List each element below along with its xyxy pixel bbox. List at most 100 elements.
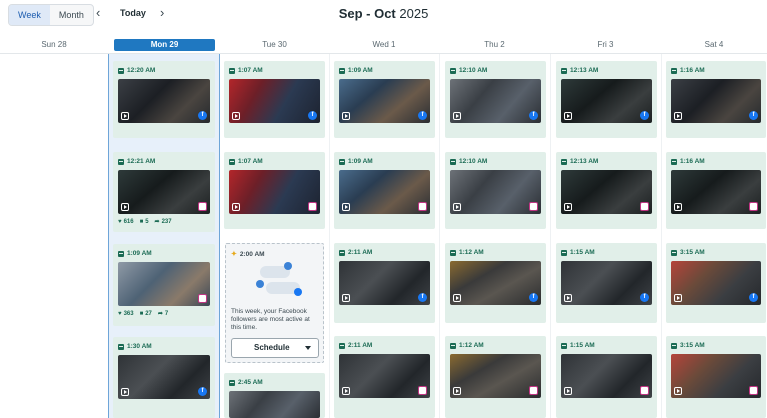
facebook-icon: [294, 288, 302, 296]
column-divider: [550, 54, 551, 418]
post-time: 1:09 AM: [339, 158, 373, 165]
post-time-label: 1:16 AM: [680, 67, 705, 74]
post-time-label: 1:15 AM: [570, 249, 595, 256]
reel-icon: [674, 294, 682, 302]
post-time-label: 3:15 AM: [680, 342, 705, 349]
day-header-mon: Mon 29: [114, 39, 215, 51]
post-card[interactable]: 1:07 AM f: [224, 61, 325, 138]
calendar-icon: [450, 158, 456, 165]
post-thumbnail[interactable]: f: [118, 79, 210, 123]
calendar-icon: [339, 249, 345, 256]
post-thumbnail[interactable]: f: [339, 79, 430, 123]
post-thumbnail[interactable]: f: [118, 355, 210, 399]
post-card[interactable]: 1:12 AM: [445, 336, 546, 418]
post-time: 1:15 AM: [561, 249, 595, 256]
post-thumbnail[interactable]: [671, 170, 761, 214]
post-time: 1:07 AM: [229, 158, 263, 165]
post-time-label: 1:30 AM: [127, 343, 152, 350]
post-card[interactable]: 1:16 AM: [666, 152, 766, 229]
post-card[interactable]: 12:10 AM f: [445, 61, 546, 138]
post-time-label: 1:09 AM: [348, 158, 373, 165]
post-thumbnail[interactable]: f: [339, 261, 430, 305]
day-header-thu: Thu 2: [484, 40, 505, 49]
post-time-label: 12:21 AM: [127, 158, 156, 165]
reel-icon: [674, 203, 682, 211]
post-thumbnail[interactable]: [339, 354, 430, 398]
best-time-suggestion-card: ✦ 2:00 AM This week, your Facebook follow…: [225, 243, 324, 363]
post-time-label: 1:12 AM: [459, 249, 484, 256]
post-card[interactable]: 3:15 AM f: [666, 243, 766, 323]
post-thumbnail[interactable]: [561, 354, 652, 398]
post-card[interactable]: 1:12 AM f: [445, 243, 546, 323]
schedule-button-label: Schedule: [254, 343, 290, 352]
post-card[interactable]: 2:11 AM f: [334, 243, 435, 323]
post-thumbnail[interactable]: f: [671, 79, 761, 123]
calendar-icon: [229, 158, 235, 165]
calendar-icon: [339, 158, 345, 165]
reel-icon: [232, 112, 240, 120]
post-card[interactable]: 1:09 AM: [334, 152, 435, 229]
post-thumbnail[interactable]: [229, 170, 320, 214]
post-thumbnail[interactable]: [450, 354, 541, 398]
post-time-label: 12:13 AM: [570, 67, 599, 74]
post-card[interactable]: 1:16 AM f: [666, 61, 766, 138]
facebook-icon: f: [749, 111, 758, 120]
post-thumbnail[interactable]: [118, 262, 210, 306]
post-thumbnail[interactable]: [118, 170, 210, 214]
comment-icon: ■: [139, 218, 144, 225]
post-card[interactable]: 1:30 AM f: [113, 337, 215, 418]
post-card[interactable]: 2:45 AM: [224, 373, 325, 418]
post-thumbnail[interactable]: [450, 170, 541, 214]
post-thumbnail[interactable]: [561, 170, 652, 214]
post-card[interactable]: 3:15 AM: [666, 336, 766, 418]
post-metrics: ♥ 363 ■ 27 ➦ 7: [118, 310, 168, 318]
post-thumbnail[interactable]: [671, 354, 761, 398]
post-card[interactable]: 12:10 AM: [445, 152, 546, 229]
reel-icon: [453, 112, 461, 120]
post-thumbnail[interactable]: f: [671, 261, 761, 305]
day-header-fri: Fri 3: [597, 40, 614, 49]
instagram-icon: [529, 202, 538, 211]
post-time-label: 1:09 AM: [127, 250, 152, 257]
post-card[interactable]: 12:13 AM f: [556, 61, 657, 138]
post-card[interactable]: 12:21 AM ♥ 616 ■ 5 ➦ 237: [113, 152, 215, 232]
post-thumbnail[interactable]: [229, 391, 320, 418]
post-card[interactable]: 1:09 AM ♥ 363 ■ 27 ➦ 7: [113, 244, 215, 326]
instagram-icon: [529, 386, 538, 395]
post-metrics: ♥ 616 ■ 5 ➦ 237: [118, 218, 172, 226]
post-thumbnail[interactable]: [339, 170, 430, 214]
reel-icon: [453, 294, 461, 302]
reel-icon: [342, 203, 350, 211]
instagram-icon: [308, 202, 317, 211]
post-thumbnail[interactable]: f: [561, 79, 652, 123]
post-card[interactable]: 12:13 AM: [556, 152, 657, 229]
calendar-icon: [671, 342, 677, 349]
day-column-sun[interactable]: [0, 54, 108, 418]
post-card[interactable]: 1:15 AM f: [556, 243, 657, 323]
calendar-icon: [118, 158, 124, 165]
facebook-icon: f: [198, 111, 207, 120]
post-thumbnail[interactable]: f: [450, 261, 541, 305]
facebook-icon: f: [418, 293, 427, 302]
post-time-label: 2:11 AM: [348, 249, 373, 256]
post-card[interactable]: 1:07 AM: [224, 152, 325, 229]
reel-icon: [674, 387, 682, 395]
reel-icon: [564, 387, 572, 395]
post-card[interactable]: 1:09 AM f: [334, 61, 435, 138]
schedule-button[interactable]: Schedule: [231, 338, 319, 358]
post-thumbnail[interactable]: f: [229, 79, 320, 123]
calendar-icon: [450, 249, 456, 256]
facebook-icon: f: [418, 111, 427, 120]
post-card[interactable]: 2:11 AM: [334, 336, 435, 418]
facebook-icon: f: [749, 293, 758, 302]
reel-icon: [342, 294, 350, 302]
like-icon: [256, 280, 264, 288]
post-thumbnail[interactable]: f: [450, 79, 541, 123]
suggested-time-label: 2:00 AM: [239, 250, 265, 258]
date-range-year: 2025: [399, 6, 429, 21]
post-thumbnail[interactable]: f: [561, 261, 652, 305]
post-card[interactable]: 1:15 AM: [556, 336, 657, 418]
share-icon: ➦: [157, 311, 163, 317]
post-time: 1:12 AM: [450, 249, 484, 256]
post-card[interactable]: 12:20 AM f: [113, 61, 215, 138]
